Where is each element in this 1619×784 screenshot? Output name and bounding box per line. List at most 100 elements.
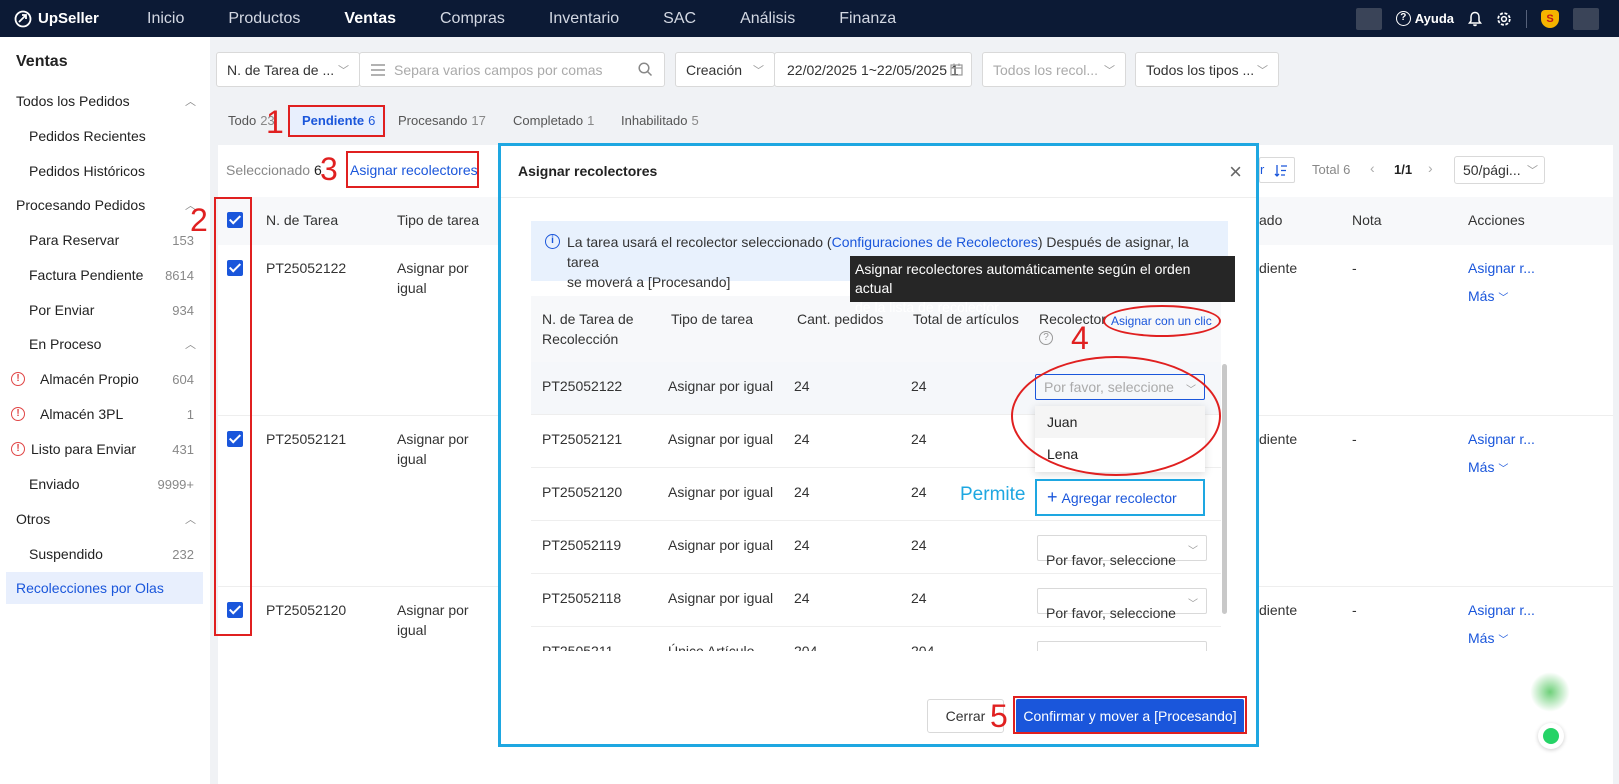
tab-count: 1 xyxy=(587,113,595,128)
nav-ventas[interactable]: Ventas xyxy=(322,0,418,37)
tab-completado[interactable]: Completado 1 xyxy=(513,106,594,136)
sidebar-item-waves[interactable]: Recolecciones por Olas xyxy=(6,572,203,604)
date-range-input[interactable]: 22/02/2025 1~22/05/2025 1 xyxy=(774,52,972,87)
sidebar-item-own-warehouse[interactable]: ! Almacén Propio 604 xyxy=(0,363,210,395)
modal-divider xyxy=(501,197,1256,198)
sidebar-group-all-orders[interactable]: Todos los Pedidos ︿ xyxy=(0,85,210,117)
sidebar-label: Suspendido xyxy=(29,546,103,562)
row-task-id: PT25052121 xyxy=(266,431,347,447)
plan-badge-icon[interactable]: S xyxy=(1541,9,1559,28)
chevron-up-icon: ︿ xyxy=(185,514,196,526)
nav-inicio[interactable]: Inicio xyxy=(125,0,206,37)
row-assign-link[interactable]: Asignar r... xyxy=(1468,431,1535,447)
collector-settings-link[interactable]: Configuraciones de Recolectores xyxy=(832,234,1038,250)
row-type-line2: igual xyxy=(397,451,427,467)
chevron-down-icon: ﹀ xyxy=(1498,464,1509,475)
chevron-down-icon: ﹀ xyxy=(1257,64,1268,77)
row-task-id: PT25052122 xyxy=(266,260,347,276)
annotation-number-2: 2 xyxy=(190,202,208,238)
whatsapp-icon[interactable] xyxy=(1538,723,1564,749)
row-more-link[interactable]: Más ﹀ xyxy=(1468,630,1508,646)
sidebar-label: Todos los Pedidos xyxy=(16,93,130,109)
task-number-select[interactable]: N. de Tarea de ... ﹀ xyxy=(216,52,360,87)
info-icon: i xyxy=(545,234,560,249)
row-more-label: Más xyxy=(1468,288,1495,304)
chevron-down-icon: ﹀ xyxy=(1104,64,1115,77)
nav-compras[interactable]: Compras xyxy=(418,0,527,37)
brand-logo[interactable]: UpSeller xyxy=(0,10,125,28)
collector-select[interactable]: Por favor, seleccione xyxy=(1037,641,1207,651)
sidebar-item-historic[interactable]: Pedidos Históricos xyxy=(0,155,210,187)
sidebar-item-ready[interactable]: ! Listo para Enviar 431 xyxy=(0,433,210,465)
collectors-filter-select[interactable]: Todos los recol... ﹀ xyxy=(982,52,1126,87)
plus-icon: + xyxy=(1047,487,1058,507)
nav-sac[interactable]: SAC xyxy=(641,0,718,37)
date-type-value: Creación xyxy=(686,61,743,78)
mrow-type: Asignar por igual xyxy=(668,590,774,606)
mrow-task-id: PT25052119 xyxy=(542,537,622,553)
search-input[interactable]: Separa varios campos por comas xyxy=(359,52,665,87)
nav-inventario[interactable]: Inventario xyxy=(527,0,641,37)
mrow-type: Asignar por igual xyxy=(668,484,774,500)
bell-icon[interactable] xyxy=(1468,11,1482,27)
sidebar-item-reserve[interactable]: Para Reservar 153 xyxy=(0,224,210,256)
next-page-icon[interactable]: › xyxy=(1428,160,1433,176)
sidebar-count: 934 xyxy=(172,302,194,318)
nav-productos[interactable]: Productos xyxy=(206,0,322,37)
types-filter-value: Todos los tipos ... xyxy=(1146,61,1255,78)
annotation-number-5: 5 xyxy=(990,698,1008,734)
row-assign-link[interactable]: Asignar r... xyxy=(1468,260,1535,276)
close-icon[interactable]: × xyxy=(1229,159,1242,185)
sort-button[interactable]: r xyxy=(1259,157,1295,183)
row-more-link[interactable]: Más ﹀ xyxy=(1468,459,1508,475)
upseller-logo-icon xyxy=(14,10,32,27)
prev-page-icon[interactable]: ‹ xyxy=(1370,160,1375,176)
sort-label: r xyxy=(1260,162,1265,177)
tab-label: Todo xyxy=(228,113,257,128)
sidebar-label: Otros xyxy=(16,511,51,527)
sidebar-group-others[interactable]: Otros ︿ xyxy=(0,503,210,535)
mrow-type: Asignar por igual xyxy=(668,431,774,447)
col-type: Tipo de tarea xyxy=(397,212,479,228)
tab-procesando[interactable]: Procesando 17 xyxy=(398,106,486,136)
sidebar-count: 9999+ xyxy=(157,476,194,492)
col-actions: Acciones xyxy=(1468,212,1525,228)
nav-finanza[interactable]: Finanza xyxy=(817,0,918,37)
search-placeholder: Separa varios campos por comas xyxy=(394,61,603,78)
types-filter-select[interactable]: Todos los tipos ... ﹀ xyxy=(1135,52,1279,87)
page-size-select[interactable]: 50/pági... ﹀ xyxy=(1454,156,1545,184)
help-link[interactable]: ? Ayuda xyxy=(1395,11,1454,26)
tab-label: Inhabilitado xyxy=(621,113,688,128)
sidebar-group-processing[interactable]: Procesando Pedidos ︿ xyxy=(0,189,210,221)
modal-table-row: PT2505211 Único Artículo 204 204 Por fav… xyxy=(531,627,1221,651)
modal-scrollbar[interactable] xyxy=(1222,364,1227,614)
selected-info: Seleccionado 6 xyxy=(226,162,322,178)
row-more-link[interactable]: Más ﹀ xyxy=(1468,288,1508,304)
add-collector-button[interactable]: + Agregar recolector xyxy=(1035,479,1205,516)
mrow-task-id: PT25052121 xyxy=(542,431,623,447)
sidebar-item-to-ship[interactable]: Por Enviar 934 xyxy=(0,294,210,326)
search-icon[interactable] xyxy=(638,62,653,77)
mrow-type: Asignar por igual xyxy=(668,537,774,553)
collector-select[interactable]: Por favor, seleccione ﹀ xyxy=(1037,535,1207,568)
tab-inhabilitado[interactable]: Inhabilitado 5 xyxy=(621,106,699,136)
collector-select[interactable]: Por favor, seleccione ﹀ xyxy=(1037,588,1207,621)
sidebar-group-in-process[interactable]: En Proceso ︿ xyxy=(0,328,210,360)
row-status: diente xyxy=(1259,260,1298,276)
sidebar-item-suspended[interactable]: Suspendido 232 xyxy=(0,538,210,570)
mrow-orders: 24 xyxy=(794,484,810,500)
sidebar-item-shipped[interactable]: Enviado 9999+ xyxy=(0,468,210,500)
account-avatar[interactable] xyxy=(1573,7,1599,30)
nav-analisis[interactable]: Análisis xyxy=(718,0,817,37)
permite-annotation: Permite xyxy=(960,484,1026,505)
sidebar-item-recent[interactable]: Pedidos Recientes xyxy=(0,120,210,152)
help-circle-icon[interactable]: ? xyxy=(1039,331,1053,345)
sidebar-item-invoice[interactable]: Factura Pendiente 8614 xyxy=(0,259,210,291)
floating-widget[interactable] xyxy=(1530,672,1570,712)
row-assign-link[interactable]: Asignar r... xyxy=(1468,602,1535,618)
gear-icon[interactable] xyxy=(1496,11,1512,27)
sidebar-count: 604 xyxy=(172,371,194,387)
chevron-up-icon: ︿ xyxy=(185,96,196,108)
date-type-select[interactable]: Creación ﹀ xyxy=(675,52,775,87)
sidebar-item-3pl-warehouse[interactable]: ! Almacén 3PL 1 xyxy=(0,398,210,430)
